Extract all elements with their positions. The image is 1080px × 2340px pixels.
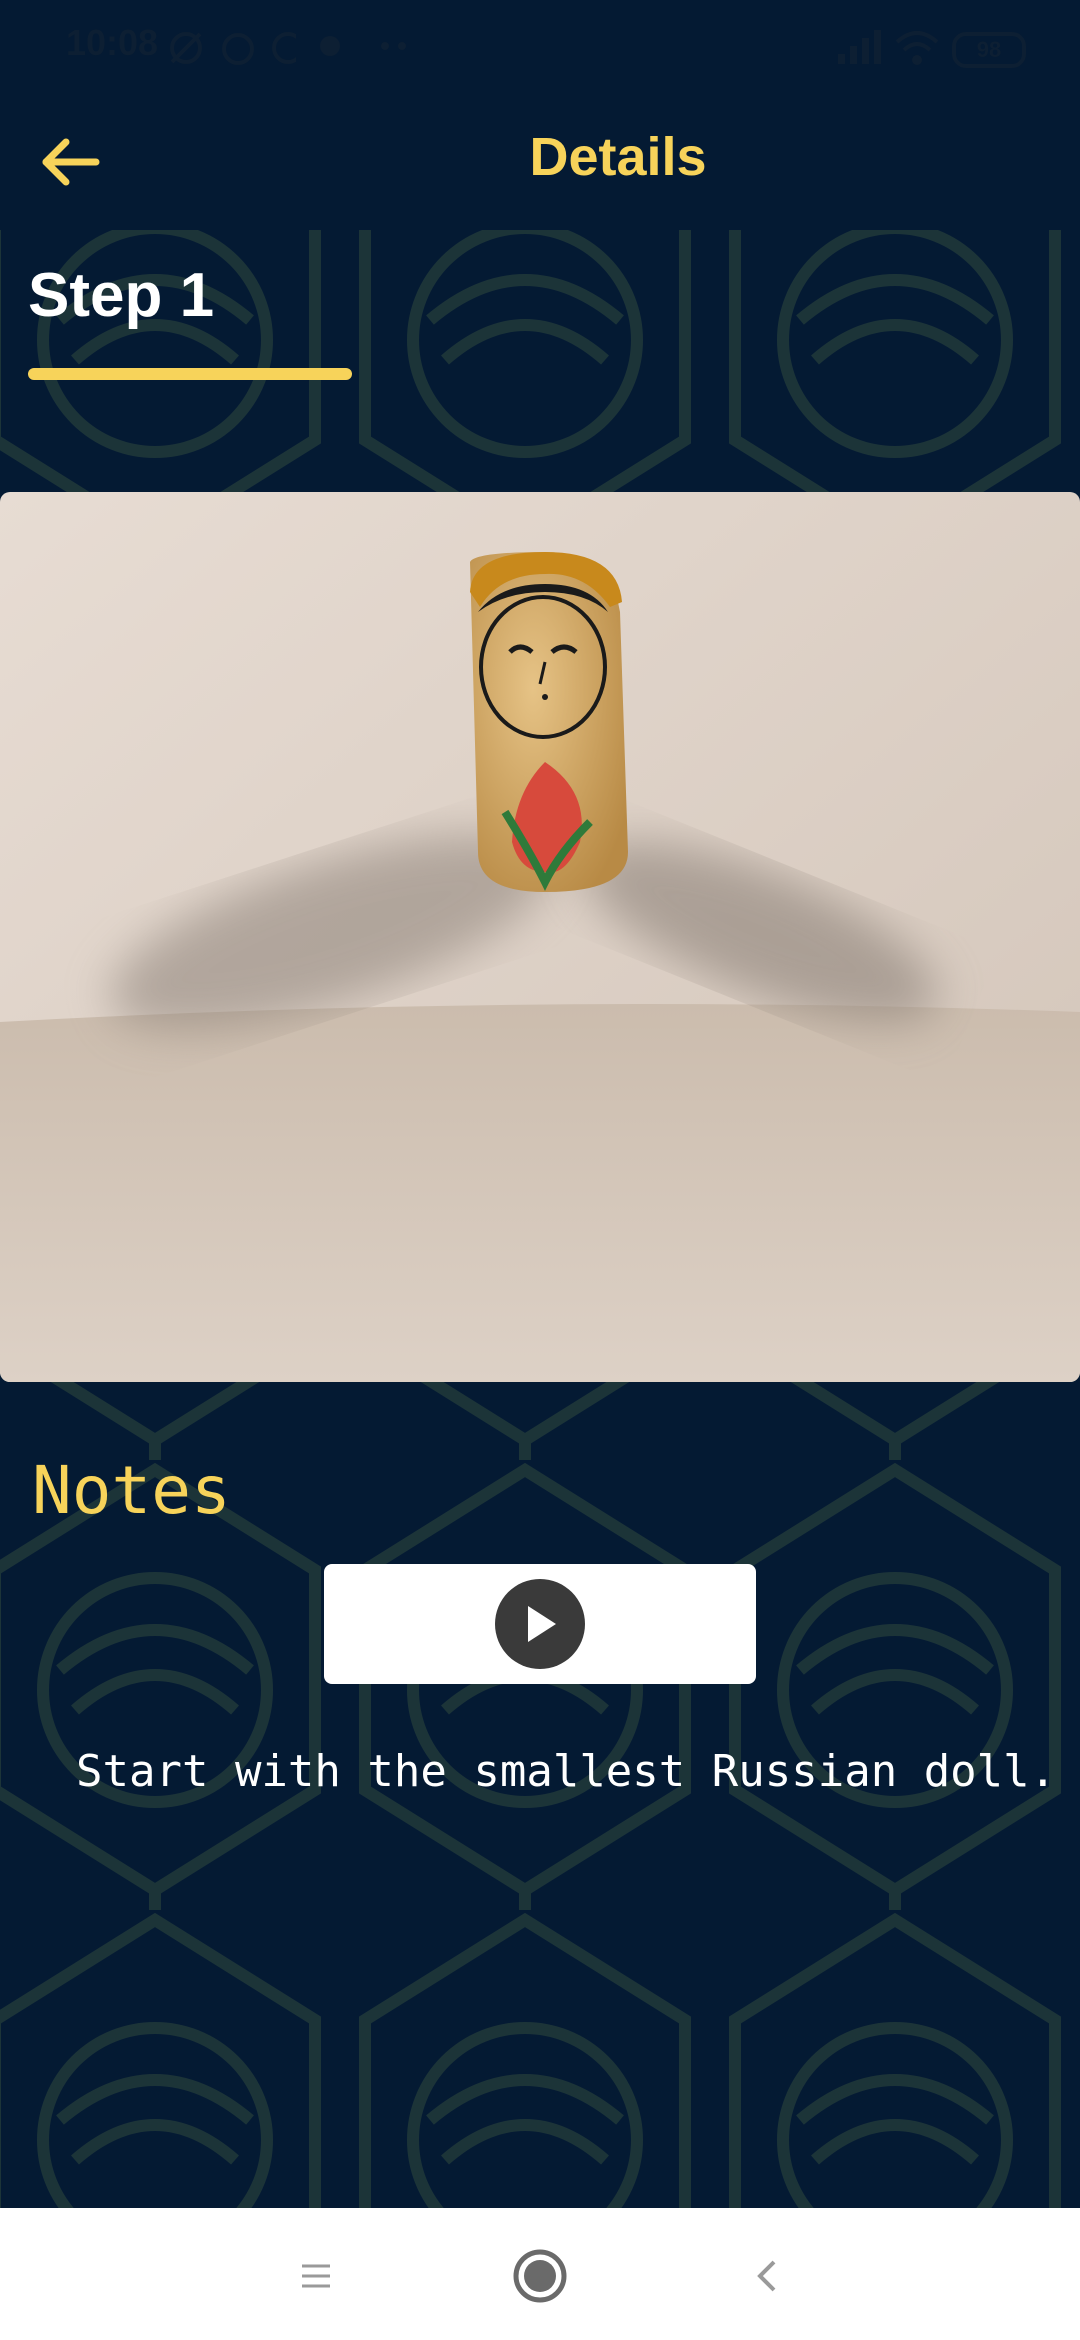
step-title: Step 1 — [28, 261, 215, 330]
russian-doll-image — [0, 492, 1080, 1382]
wifi-icon — [895, 31, 939, 65]
notes-heading: Notes — [32, 1452, 231, 1529]
note-text: Start with the smallest Russian doll. — [76, 1746, 1057, 1797]
tab-indicator — [28, 368, 352, 380]
signal-icon — [838, 30, 881, 64]
step-detail-content[interactable]: Step 1 Notes Start with the smallest Rus… — [0, 230, 1080, 2208]
status-time: 10:08 — [66, 22, 159, 63]
home-icon — [513, 2249, 567, 2303]
page-title: Details — [529, 127, 707, 187]
tab-step[interactable]: Step 1 — [28, 260, 214, 331]
battery-indicator: 98 — [952, 32, 1026, 68]
back-icon — [757, 2260, 776, 2292]
battery-level: 98 — [976, 37, 1002, 62]
status-bar: 10:08 98 — [0, 0, 1080, 96]
menu-icon — [302, 2264, 330, 2288]
nav-back-button[interactable] — [730, 2238, 806, 2314]
more-icon — [381, 42, 406, 50]
status-dot-icon — [320, 36, 340, 56]
system-nav-bar — [0, 2208, 1080, 2340]
status-icons-left — [170, 32, 296, 65]
play-icon — [528, 1606, 556, 1642]
step-image — [0, 492, 1080, 1382]
play-button[interactable] — [495, 1579, 585, 1669]
nav-home-button[interactable] — [502, 2238, 578, 2314]
audio-player — [324, 1564, 756, 1684]
app-bar: Details — [0, 96, 1080, 230]
nav-menu-button[interactable] — [278, 2238, 354, 2314]
